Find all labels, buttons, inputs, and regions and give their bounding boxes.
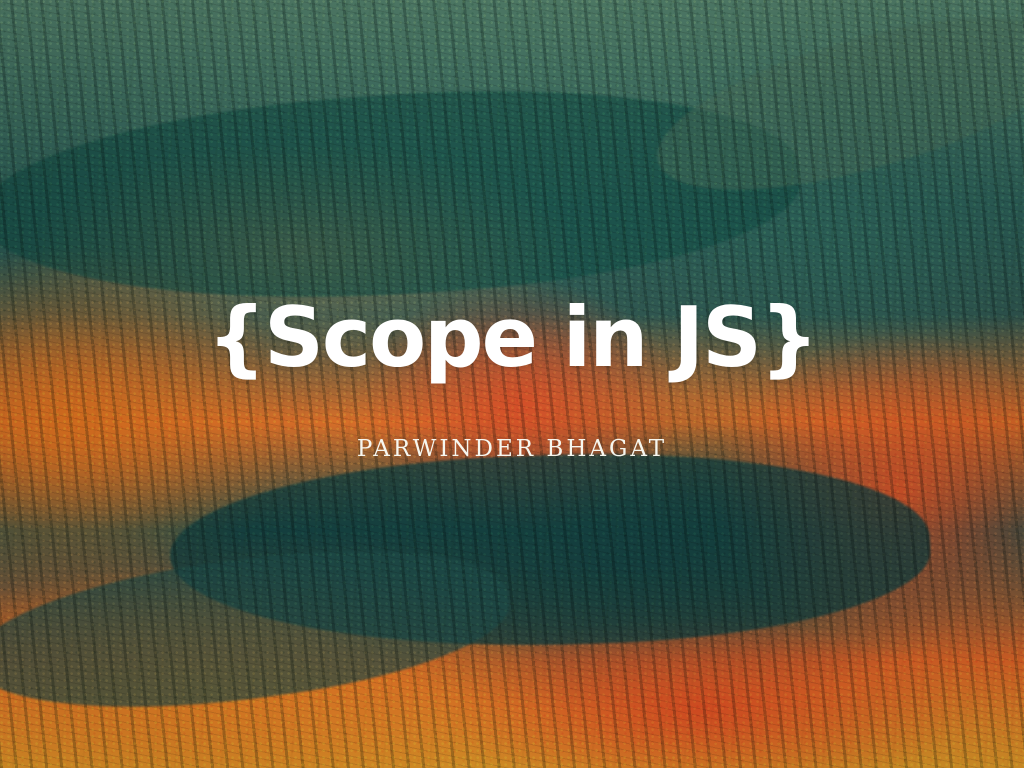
teal-paint-stroke xyxy=(0,66,806,324)
lower-teal-paint-stroke xyxy=(0,523,518,737)
presentation-title-slide: {Scope in JS} PARWINDER BHAGAT xyxy=(0,0,1024,768)
title-area: {Scope in JS} xyxy=(0,296,1024,379)
author-name: PARWINDER BHAGAT xyxy=(356,436,668,462)
dark-teal-paint-stroke xyxy=(166,441,934,659)
slide-title: {Scope in JS} xyxy=(207,289,819,386)
green-paint-stroke xyxy=(640,0,1024,229)
